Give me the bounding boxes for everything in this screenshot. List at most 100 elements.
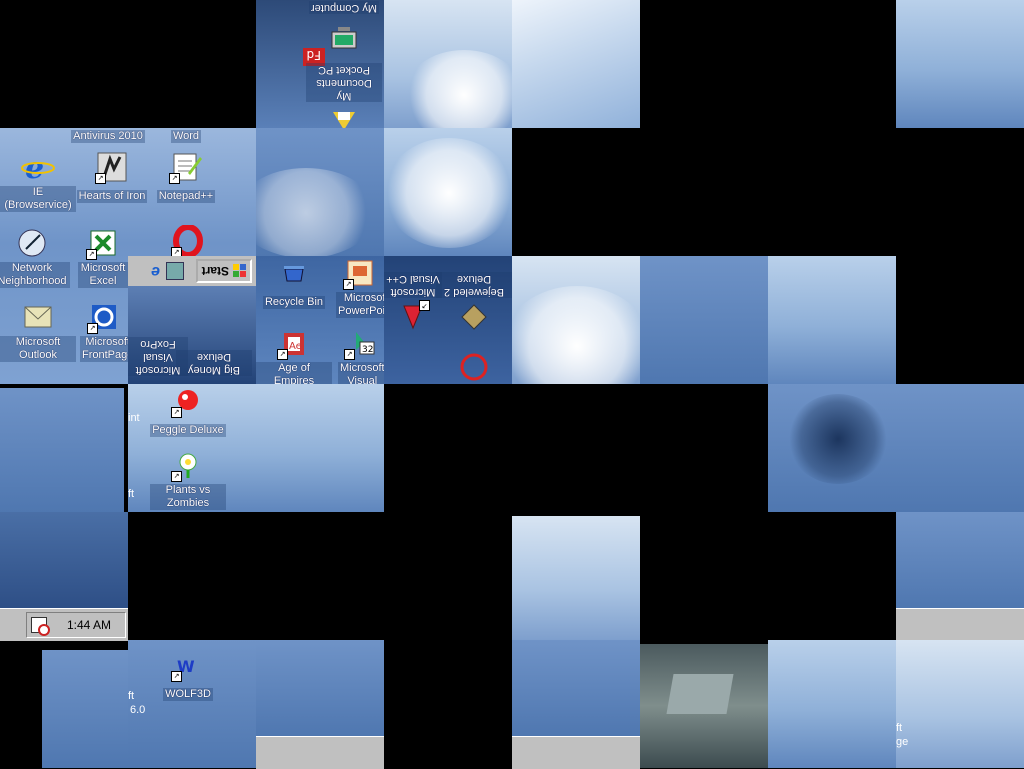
icon-label: WOLF3D: [163, 688, 213, 701]
outlook-icon-group[interactable]: Microsoft Outlook: [0, 300, 76, 363]
icon-label: Plants vs Zombies: [150, 484, 226, 510]
icon-label: Microsoft Outlook: [0, 336, 76, 362]
bejeweled-icon-group[interactable]: Bejeweled 2 Deluxe: [436, 271, 512, 334]
icon-label: Network Neighborhood: [0, 262, 70, 288]
desktop-tile: [768, 384, 896, 512]
hearts-of-iron-icon: ↗: [95, 150, 129, 184]
clipped-label: ft: [896, 722, 903, 734]
ea-icon-group[interactable]: [436, 348, 512, 384]
icon-label: My Computer: [308, 1, 380, 14]
icon-label: Microsoft Visual Basic: [338, 362, 384, 384]
icon-label: Hearts of Iron: [76, 190, 148, 203]
desktop-tile: [640, 256, 768, 384]
icon-label: Microsoft Excel: [78, 262, 128, 288]
desktop-tile: ft ge: [896, 640, 1024, 768]
recycle-bin-icon-group[interactable]: Recycle Bin: [256, 256, 332, 310]
start-label: Start: [201, 264, 229, 278]
desktop-tile: [256, 128, 384, 256]
desktop-tile: [896, 384, 1024, 512]
plants-vs-zombies-icon-group[interactable]: ↗ Plants vs Zombies: [150, 448, 226, 511]
desktop-tile-flipped: My Computer Fd My Documents Pocket PC: [256, 0, 384, 128]
outlook-icon: [21, 300, 55, 334]
recycle-bin-icon: [277, 256, 311, 290]
icon-label: Word: [170, 130, 202, 143]
opera-icon-group[interactable]: ↗: [150, 224, 226, 260]
clipped-label: ge: [896, 736, 909, 748]
excel-icon: ↗: [86, 226, 120, 260]
taskbar-fragment-flipped: Start e: [128, 256, 256, 287]
desktop-tile: [512, 640, 640, 736]
svg-text:Fd: Fd: [306, 48, 321, 62]
visual-foxpro-icon-group[interactable]: Microsoft Visual FoxPro: [128, 336, 188, 376]
notepadpp-icon-group[interactable]: ↗ Notepad++: [148, 150, 224, 204]
desktop-tile: [256, 384, 384, 512]
taskbar-fragment: [896, 608, 1024, 641]
visual-cpp-icon-group[interactable]: ↗ Microsoft Visual C++: [384, 271, 442, 334]
antivirus-icon-group[interactable]: Antivirus 2010: [70, 128, 146, 144]
desktop-tile: [42, 650, 128, 768]
svg-text:Ae: Ae: [289, 341, 302, 352]
desktop-tile: [512, 256, 640, 384]
icon-label: Microsoft PowerPoint: [336, 292, 384, 318]
powerpoint-icon-group[interactable]: ↗ Microsoft PowerPoint: [336, 256, 384, 319]
svg-text:e: e: [25, 151, 44, 184]
icon-label: Peggle Deluxe: [150, 424, 226, 437]
icon-label: Antivirus 2010: [71, 130, 145, 143]
age-of-empires-icon: Ae ↗: [277, 326, 311, 360]
desktop-tile: [512, 0, 640, 128]
visual-cpp-icon: ↗: [396, 300, 430, 334]
icon-label: Microsoft Visual C++: [384, 272, 442, 298]
icon-label: Recycle Bin: [262, 296, 326, 309]
peggle-icon-group[interactable]: ↗ Peggle Deluxe: [150, 384, 226, 438]
quick-launch-desktop-icon[interactable]: [166, 262, 184, 280]
desktop-tile: [768, 256, 896, 384]
icon-label: Bejeweled 2 Deluxe: [436, 272, 512, 298]
hearts-of-iron-icon-group[interactable]: ↗ Hearts of Iron: [74, 150, 150, 204]
my-documents-icon-group[interactable]: My Documents Pocket PC: [306, 62, 382, 128]
wolf3d-icon-group[interactable]: W ↗ WOLF3D: [150, 648, 226, 702]
notepad-icon: ↗: [169, 150, 203, 184]
desktop-tile: [256, 640, 384, 736]
powerpoint-icon: ↗: [343, 256, 377, 290]
photo-tile: [640, 644, 770, 768]
icon-label: Microsoft Visual FoxPro: [128, 337, 188, 376]
quick-launch-ie-icon[interactable]: e: [151, 262, 160, 280]
desktop-icon-area: Recycle Bin ↗ Microsoft PowerPoint Ae ↗ …: [256, 256, 384, 384]
frontpage-icon-group[interactable]: ↗ Microsoft FrontPage: [80, 300, 128, 363]
visual-basic-icon-group[interactable]: 32 ↗ Microsoft Visual Basic: [338, 326, 384, 384]
icon-label: Notepad++: [156, 190, 216, 203]
peggle-icon: ↗: [171, 384, 205, 418]
desktop-tile: [384, 0, 512, 128]
opera-icon: ↗: [171, 224, 205, 258]
excel-icon-group[interactable]: ↗ Microsoft Excel: [78, 226, 128, 289]
ie-icon-group[interactable]: e IE (Browservice): [0, 150, 76, 213]
frontpage-icon: ↗: [87, 300, 121, 334]
desktop-screen: { "desktop": { "icons": [ {"label": "Ant…: [0, 0, 1024, 769]
windows-logo-icon: [233, 264, 246, 278]
scheduler-icon[interactable]: [31, 617, 50, 636]
word-icon-group[interactable]: Word: [148, 128, 224, 144]
clipped-label: ft: [128, 488, 135, 500]
icon-label: My Documents Pocket PC: [306, 63, 382, 102]
clock[interactable]: 1:44 AM: [67, 618, 111, 632]
flipped-icon-block: Big Money Deluxe Microsoft Visual FoxPro: [128, 286, 256, 384]
desktop-tile: [768, 640, 896, 768]
taskbar-fragment: [256, 736, 384, 769]
system-tray: 1:44 AM: [26, 612, 126, 638]
desktop-tile: [512, 516, 640, 640]
icon-label: IE (Browservice): [0, 186, 76, 212]
plants-vs-zombies-icon: ↗: [171, 448, 205, 482]
flipped-icon-block: Bejeweled 2 Deluxe ↗ Microsoft Visual C+…: [384, 256, 512, 384]
desktop-tile: [384, 128, 512, 256]
age-of-empires-icon-group[interactable]: Ae ↗ Age of Empires: [256, 326, 332, 384]
bejeweled-icon: [457, 300, 491, 334]
network-neighborhood-icon-group[interactable]: Network Neighborhood: [0, 226, 70, 289]
clipped-label: int: [128, 412, 140, 424]
icon-label: Age of Empires: [256, 362, 332, 384]
desktop-tile: [896, 512, 1024, 608]
start-button[interactable]: Start: [196, 259, 252, 283]
desktop-icon-area: ft 6.0 W ↗ WOLF3D: [128, 640, 256, 768]
icon-label: Microsoft FrontPage: [80, 336, 128, 362]
desktop-icon-area: int ft ↗ Peggle Deluxe ↗ Plants vs Zombi…: [128, 384, 256, 512]
ea-icon: [457, 350, 491, 384]
